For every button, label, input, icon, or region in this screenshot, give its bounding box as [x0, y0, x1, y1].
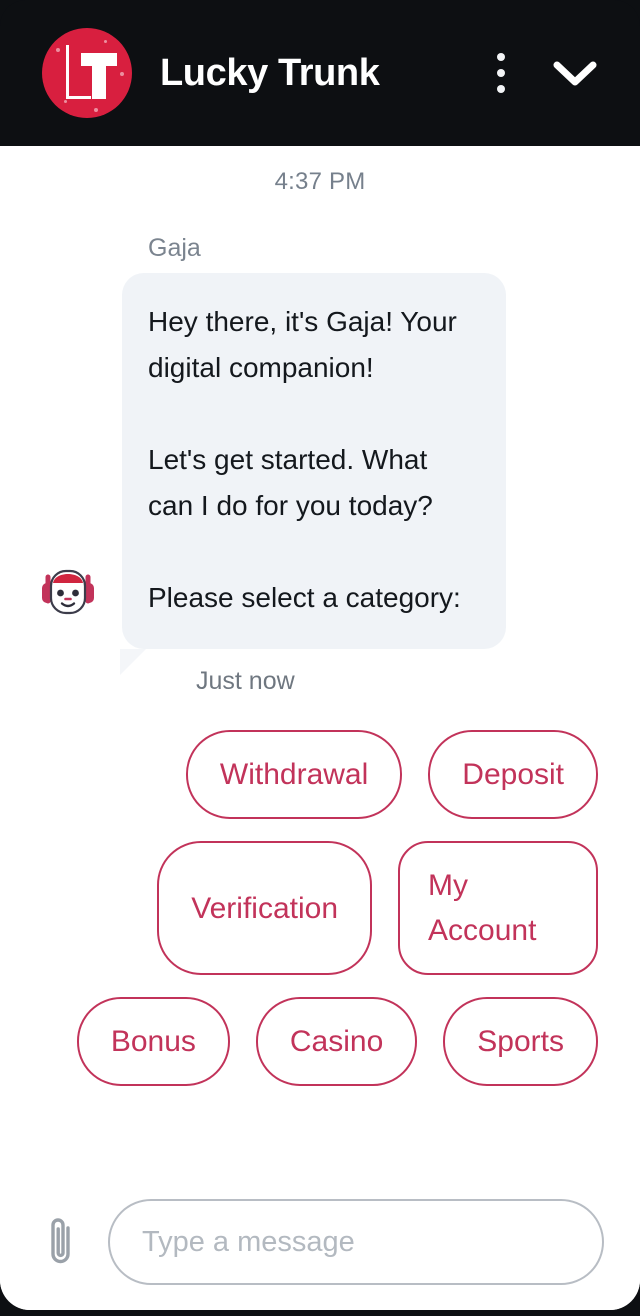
- search-input[interactable]: [108, 1199, 604, 1285]
- quick-reply-deposit[interactable]: Deposit: [428, 730, 598, 819]
- kebab-dot: [497, 85, 505, 93]
- brand-avatar: [42, 28, 132, 118]
- message-paragraph: Let's get started. What can I do for you…: [148, 444, 433, 521]
- quick-reply-withdrawal[interactable]: Withdrawal: [185, 730, 403, 819]
- chat-header: Lucky Trunk: [0, 0, 640, 146]
- message-list[interactable]: 4:37 PM Gaja Hey there, it's Gaja! Your …: [0, 146, 640, 1180]
- quick-reply-casino[interactable]: Casino: [255, 997, 418, 1086]
- message-sender-name: Gaja: [148, 234, 201, 262]
- quick-reply-sports[interactable]: Sports: [443, 997, 598, 1086]
- message-paragraph: Hey there, it's Gaja! Your digital compa…: [148, 306, 457, 383]
- chat-widget-frame: Lucky Trunk 4:37 PM Gaja Hey there, it's…: [0, 0, 640, 1316]
- chat-panel: 4:37 PM Gaja Hey there, it's Gaja! Your …: [0, 146, 640, 1310]
- quick-reply-my-account[interactable]: My Account: [398, 841, 598, 975]
- message-paragraph: Please select a category:: [148, 582, 461, 613]
- message-timestamp: Just now: [196, 667, 295, 695]
- logo-letter-t-stem: [92, 53, 106, 99]
- kebab-dot: [497, 69, 505, 77]
- sparkle-dot: [64, 100, 67, 103]
- sparkle-dot: [104, 40, 107, 43]
- sparkle-dot: [56, 48, 60, 52]
- quick-reply-list: Withdrawal Deposit Verification My Accou…: [20, 696, 620, 1086]
- paperclip-icon[interactable]: [44, 1212, 78, 1272]
- message-row: Hey there, it's Gaja! Your digital compa…: [20, 273, 620, 675]
- sparkle-dot: [94, 108, 98, 112]
- chevron-down-icon[interactable]: [552, 58, 598, 88]
- quick-reply-verification[interactable]: Verification: [157, 841, 372, 975]
- kebab-dot: [497, 53, 505, 61]
- kebab-menu-icon[interactable]: [496, 53, 506, 93]
- bubble-tail: [120, 649, 146, 675]
- header-actions: [496, 53, 614, 93]
- sparkle-dot: [120, 72, 124, 76]
- message-bubble: Hey there, it's Gaja! Your digital compa…: [120, 273, 506, 675]
- bot-robot-avatar: [34, 557, 102, 625]
- conversation-timestamp: 4:37 PM: [274, 168, 366, 195]
- message-composer: [0, 1180, 640, 1310]
- page-title: Lucky Trunk: [160, 51, 380, 94]
- quick-reply-bonus[interactable]: Bonus: [76, 997, 230, 1086]
